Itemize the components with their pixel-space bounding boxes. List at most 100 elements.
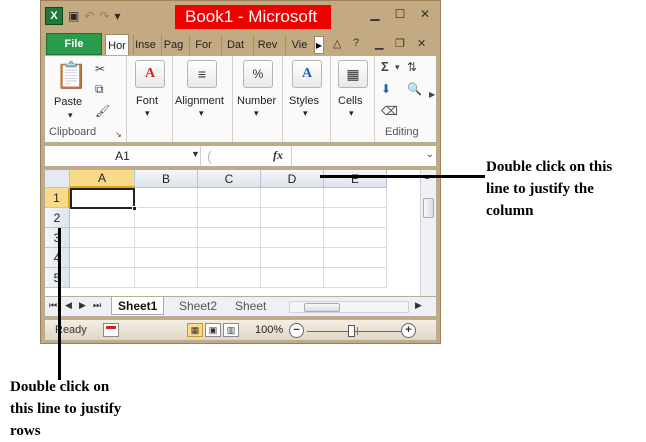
fill-icon[interactable]: ⬇ xyxy=(381,82,391,96)
first-sheet-icon[interactable]: ⏮ xyxy=(49,300,57,311)
excel-logo-icon[interactable]: X xyxy=(45,7,63,25)
cell-a2[interactable] xyxy=(70,208,135,228)
redo-icon[interactable]: ↷ xyxy=(99,7,109,25)
number-dropdown-icon[interactable]: ▾ xyxy=(254,108,259,119)
next-sheet-icon[interactable]: ▶ xyxy=(79,300,86,311)
ribbon-expand-icon[interactable]: ▶ xyxy=(429,88,435,102)
page-break-view-icon[interactable]: ▥ xyxy=(223,323,239,337)
column-header-c[interactable]: C xyxy=(198,170,261,188)
formula-expand-icon[interactable]: ⌄ xyxy=(426,149,434,160)
tab-home[interactable]: Hor xyxy=(105,34,129,56)
cell-d4[interactable] xyxy=(261,248,324,268)
cell-d5[interactable] xyxy=(261,268,324,288)
column-header-a[interactable]: A xyxy=(70,170,135,188)
name-box[interactable]: A1 xyxy=(45,146,201,166)
worksheet-grid[interactable]: ABCDE 12345 ▲ xyxy=(44,169,437,297)
clipboard-launcher-icon[interactable]: ↘ xyxy=(115,128,122,142)
alignment-label[interactable]: Alignment xyxy=(175,95,224,107)
cells-icon[interactable]: ▦ xyxy=(338,60,368,88)
row-header-1[interactable]: 1 xyxy=(45,188,70,208)
customize-qat-icon[interactable]: ▾ xyxy=(114,7,120,25)
alignment-icon[interactable]: ≡ xyxy=(187,60,217,88)
horizontal-scroll-thumb[interactable] xyxy=(304,303,340,312)
cells-label[interactable]: Cells xyxy=(338,95,362,107)
cell-e1[interactable] xyxy=(324,188,387,208)
cell-b3[interactable] xyxy=(135,228,198,248)
cell-e2[interactable] xyxy=(324,208,387,228)
vertical-scrollbar[interactable]: ▲ xyxy=(420,170,436,296)
format-painter-icon[interactable]: 🖌 xyxy=(95,104,110,118)
name-box-dropdown-icon[interactable]: ▼ xyxy=(191,149,200,159)
copy-icon[interactable]: ⧉ xyxy=(95,82,104,96)
percent-icon[interactable]: % xyxy=(243,60,273,88)
active-cell[interactable] xyxy=(70,188,135,209)
formula-input[interactable] xyxy=(291,146,421,166)
sheet-tab-sheet1[interactable]: Sheet1 xyxy=(111,297,165,315)
cell-e5[interactable] xyxy=(324,268,387,288)
cut-icon[interactable]: ✂ xyxy=(95,62,105,76)
font-label[interactable]: Font xyxy=(136,95,158,107)
column-header-e[interactable]: E xyxy=(324,170,387,188)
cell-a3[interactable] xyxy=(70,228,135,248)
minimize-icon[interactable]: ▁ xyxy=(364,5,386,23)
column-header-d[interactable]: D xyxy=(261,170,324,188)
styles-dropdown-icon[interactable]: ▾ xyxy=(303,108,308,119)
cell-a5[interactable] xyxy=(70,268,135,288)
tab-file[interactable]: File xyxy=(46,33,102,55)
column-header-b[interactable]: B xyxy=(135,170,198,188)
sheet-tab-sheet3[interactable]: Sheet xyxy=(229,297,277,315)
tab-review[interactable]: Rev xyxy=(253,35,281,55)
font-icon[interactable]: A xyxy=(135,60,165,88)
cell-d1[interactable] xyxy=(261,188,324,208)
vertical-scroll-thumb[interactable] xyxy=(423,198,434,218)
tab-view[interactable]: Vie xyxy=(285,35,313,55)
cell-b1[interactable] xyxy=(135,188,198,208)
cell-c1[interactable] xyxy=(198,188,261,208)
cell-b4[interactable] xyxy=(135,248,198,268)
horizontal-scrollbar[interactable] xyxy=(289,301,409,313)
zoom-in-icon[interactable]: + xyxy=(401,323,416,338)
cell-c2[interactable] xyxy=(198,208,261,228)
sheet-tab-sheet2[interactable]: Sheet2 xyxy=(173,297,223,315)
tab-page-layout[interactable]: Pag xyxy=(161,35,185,55)
cell-b5[interactable] xyxy=(135,268,198,288)
row-header-2[interactable]: 2 xyxy=(45,208,70,228)
clear-icon[interactable]: ⌫ xyxy=(381,104,398,118)
undo-icon[interactable]: ↶ xyxy=(84,7,94,25)
paste-icon[interactable]: 📋 xyxy=(55,60,87,90)
paste-label[interactable]: Paste xyxy=(54,96,82,108)
tab-formulas[interactable]: For xyxy=(189,35,217,55)
save-icon[interactable]: ▣ xyxy=(68,7,79,25)
styles-label[interactable]: Styles xyxy=(289,95,319,107)
fill-handle[interactable] xyxy=(132,206,137,211)
insert-function-icon[interactable]: fx xyxy=(273,148,283,163)
doc-close-icon[interactable]: ✕ xyxy=(417,37,426,50)
cell-e3[interactable] xyxy=(324,228,387,248)
zoom-out-icon[interactable]: − xyxy=(289,323,304,338)
zoom-slider-thumb[interactable] xyxy=(348,325,355,337)
tab-data[interactable]: Dat xyxy=(221,35,249,55)
close-icon[interactable]: ✕ xyxy=(414,5,436,23)
record-macro-icon[interactable] xyxy=(103,323,119,337)
prev-sheet-icon[interactable]: ◀ xyxy=(65,300,72,311)
sort-filter-icon[interactable]: ⇅ xyxy=(407,60,417,74)
cell-d2[interactable] xyxy=(261,208,324,228)
font-dropdown-icon[interactable]: ▾ xyxy=(145,108,150,119)
last-sheet-icon[interactable]: ⏭ xyxy=(93,300,101,311)
cell-c4[interactable] xyxy=(198,248,261,268)
tab-insert[interactable]: Inse xyxy=(133,35,157,55)
cell-d3[interactable] xyxy=(261,228,324,248)
page-layout-view-icon[interactable]: ▣ xyxy=(205,323,221,337)
autosum-dropdown-icon[interactable]: ▾ xyxy=(395,60,400,74)
cells-dropdown-icon[interactable]: ▾ xyxy=(349,108,354,119)
styles-icon[interactable]: A xyxy=(292,60,322,88)
cell-b2[interactable] xyxy=(135,208,198,228)
find-select-icon[interactable]: 🔍 xyxy=(407,82,422,96)
cell-c5[interactable] xyxy=(198,268,261,288)
ribbon-minimize-icon[interactable]: △ xyxy=(333,37,341,50)
help-icon[interactable]: ? xyxy=(353,37,359,49)
zoom-level[interactable]: 100% xyxy=(255,324,283,336)
cell-a4[interactable] xyxy=(70,248,135,268)
autosum-icon[interactable]: Σ xyxy=(381,60,389,74)
number-label[interactable]: Number xyxy=(237,95,276,107)
